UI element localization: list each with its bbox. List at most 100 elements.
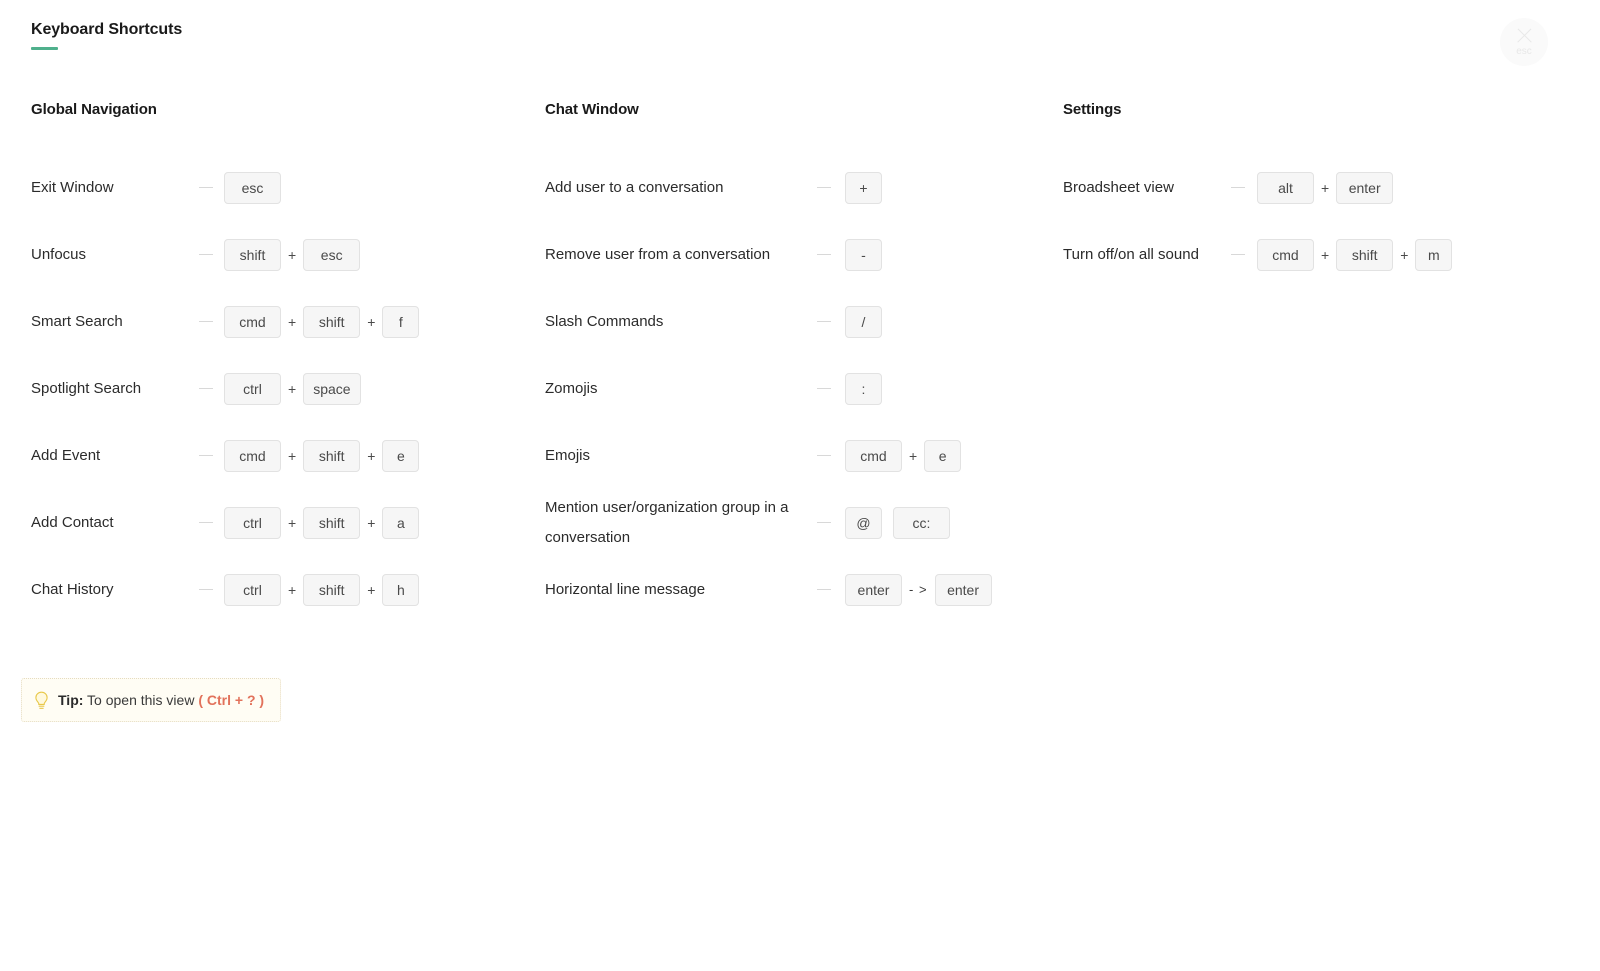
key-cap[interactable]: cmd — [224, 305, 281, 338]
shortcut-row: Chat History ctrl + shift + h — [31, 556, 531, 623]
key-cap[interactable]: cmd — [224, 439, 281, 472]
key-cap[interactable]: shift — [303, 439, 361, 472]
separator-dash — [817, 321, 831, 322]
key-plus-separator: + — [288, 246, 297, 263]
key-arrow-separator: - > — [909, 581, 928, 597]
key-cap[interactable]: : — [845, 372, 882, 405]
shortcut-label: Chat History — [31, 580, 114, 598]
shortcut-column-chat-window: Chat Window Add user to a conversation + R… — [545, 100, 1045, 623]
shortcut-row: Spotlight Search ctrl + space — [31, 355, 531, 422]
key-cap[interactable]: cc: — [893, 506, 950, 539]
shortcut-row: Add user to a conversation + — [545, 154, 1045, 221]
close-icon — [1515, 26, 1534, 45]
shortcut-row: Broadsheet view alt + enter — [1063, 154, 1583, 221]
shortcut-label: Slash Commands — [545, 312, 664, 330]
key-cap[interactable]: ctrl — [224, 506, 281, 539]
separator-dash — [817, 455, 831, 456]
key-plus-separator: + — [288, 581, 297, 598]
separator-dash — [817, 254, 831, 255]
shortcut-row: Unfocus shift + esc — [31, 221, 531, 288]
shortcut-row: Smart Search cmd + shift + f — [31, 288, 531, 355]
shortcut-label: Spotlight Search — [31, 379, 142, 397]
key-cap[interactable]: shift — [303, 573, 361, 606]
column-title: Settings — [1063, 101, 1122, 118]
key-plus-separator: + — [288, 380, 297, 397]
shortcut-row: Mention user/organization group in a con… — [545, 489, 1045, 556]
shortcut-keys: ctrl + shift + a — [224, 506, 531, 539]
key-cap[interactable]: e — [924, 439, 962, 472]
key-cap[interactable]: shift — [303, 506, 361, 539]
separator-dash — [199, 254, 213, 255]
shortcut-keys: : — [845, 372, 1045, 405]
tip-shortcut-combo: ( Ctrl + ? ) — [198, 692, 265, 708]
separator-dash — [199, 589, 213, 590]
shortcut-label: Add Event — [31, 446, 101, 464]
separator-dash — [199, 187, 213, 188]
separator-dash — [1231, 254, 1245, 255]
separator-dash — [817, 522, 831, 523]
key-plus-separator: + — [909, 447, 918, 464]
shortcut-keys: @ cc: — [845, 506, 1045, 539]
key-cap[interactable]: esc — [303, 238, 361, 271]
key-cap[interactable]: shift — [303, 305, 361, 338]
shortcut-label: Smart Search — [31, 312, 123, 330]
key-cap[interactable]: shift — [1336, 238, 1394, 271]
key-cap[interactable]: enter — [1336, 171, 1394, 204]
key-cap[interactable]: a — [382, 506, 420, 539]
close-button-label: esc — [1516, 46, 1532, 57]
key-cap[interactable]: e — [382, 439, 420, 472]
key-cap[interactable]: - — [845, 238, 882, 271]
key-cap[interactable]: / — [845, 305, 882, 338]
key-cap[interactable]: ctrl — [224, 372, 281, 405]
shortcut-label: Remove user from a conversation — [545, 245, 771, 263]
separator-dash — [199, 321, 213, 322]
separator-dash — [199, 388, 213, 389]
key-cap[interactable]: m — [1415, 238, 1453, 271]
separator-dash — [817, 187, 831, 188]
key-plus-separator: + — [1321, 246, 1330, 263]
key-plus-separator: + — [1321, 179, 1330, 196]
key-cap[interactable]: f — [382, 305, 420, 338]
shortcut-list: Exit Window esc Unfocus shift + esc Smart Sear… — [31, 154, 531, 623]
key-cap[interactable]: cmd — [1257, 238, 1314, 271]
key-plus-separator: + — [288, 447, 297, 464]
key-cap[interactable]: + — [845, 171, 882, 204]
key-cap[interactable]: enter — [845, 573, 902, 606]
separator-dash — [199, 455, 213, 456]
separator-dash — [817, 388, 831, 389]
key-plus-separator: + — [367, 514, 376, 531]
key-cap[interactable]: @ — [845, 506, 882, 539]
key-cap[interactable]: h — [382, 573, 420, 606]
shortcut-keys: ctrl + space — [224, 372, 531, 405]
key-cap[interactable]: alt — [1257, 171, 1314, 204]
shortcut-keys: alt + enter — [1257, 171, 1583, 204]
shortcut-row: Horizontal line message enter - > enter — [545, 556, 1045, 623]
key-cap[interactable]: space — [303, 372, 361, 405]
key-plus-separator: + — [288, 313, 297, 330]
tip-banner: Tip: To open this view ( Ctrl + ? ) — [21, 678, 282, 722]
shortcut-row: Add Contact ctrl + shift + a — [31, 489, 531, 556]
shortcut-keys: - — [845, 238, 1045, 271]
title-accent-underline — [31, 47, 58, 50]
shortcut-column-settings: Settings Broadsheet view alt + enter Turn of… — [1063, 100, 1583, 288]
key-cap[interactable]: ctrl — [224, 573, 281, 606]
page-title: Keyboard Shortcuts — [31, 21, 183, 38]
key-cap[interactable]: esc — [224, 171, 281, 204]
separator-dash — [1231, 187, 1245, 188]
shortcut-column-global-navigation: Global Navigation Exit Window esc Unfocus s… — [31, 100, 531, 623]
shortcut-row: Turn off/on all sound cmd + shift + m — [1063, 221, 1583, 288]
close-button[interactable]: esc — [1500, 18, 1548, 66]
separator-dash — [817, 589, 831, 590]
page-header: Keyboard Shortcuts — [31, 20, 182, 50]
shortcut-label: Mention user/organization group in a con… — [545, 498, 789, 546]
key-cap[interactable]: cmd — [845, 439, 902, 472]
shortcut-label: Unfocus — [31, 245, 87, 263]
shortcut-row: Emojis cmd + e — [545, 422, 1045, 489]
shortcut-row: Zomojis: — [545, 355, 1045, 422]
key-plus-separator: + — [367, 581, 376, 598]
key-cap[interactable]: enter — [934, 573, 992, 606]
column-title: Global Navigation — [31, 101, 157, 118]
key-cap[interactable]: shift — [224, 238, 281, 271]
shortcut-keys: esc — [224, 171, 531, 204]
shortcut-keys: cmd + shift + e — [224, 439, 531, 472]
